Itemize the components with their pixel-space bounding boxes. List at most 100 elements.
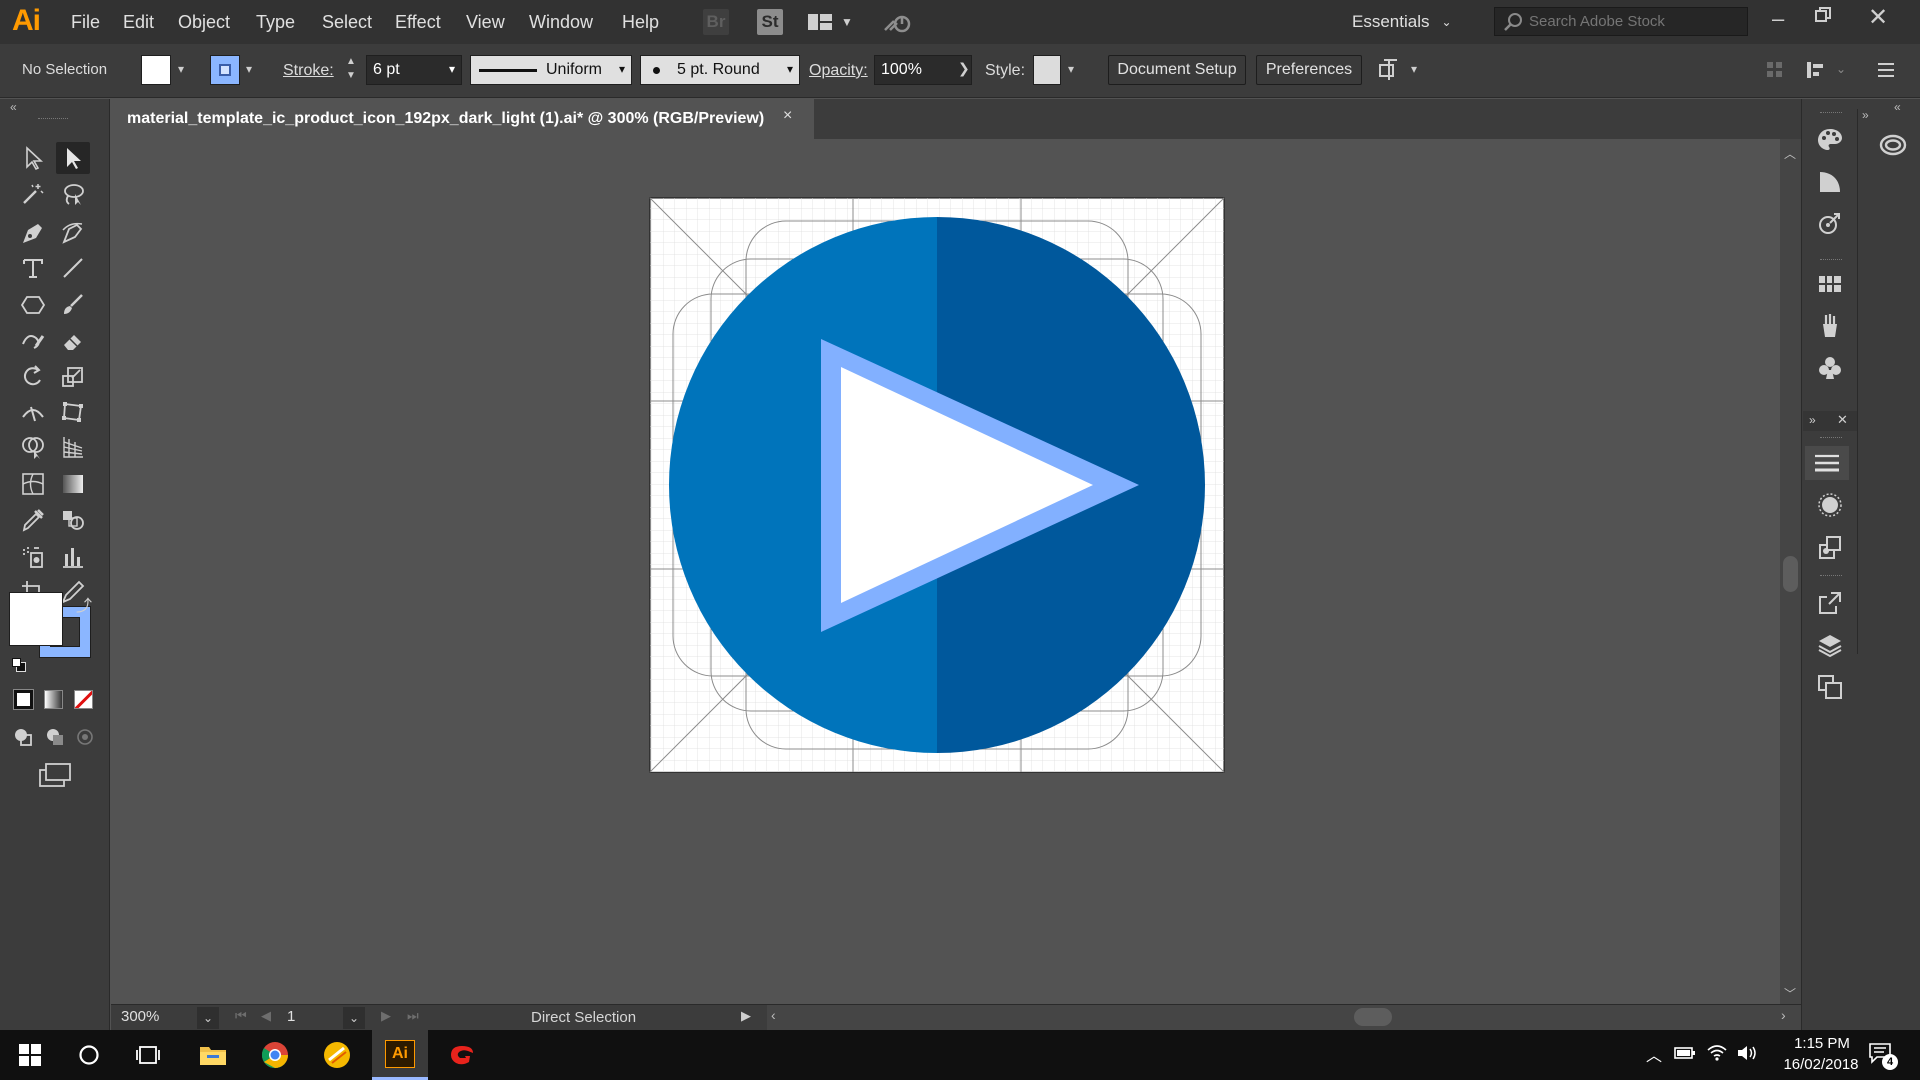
column-graph-tool[interactable]: [56, 541, 90, 573]
gradient-mode-button[interactable]: [44, 690, 63, 709]
scroll-right-icon[interactable]: ›: [1781, 1007, 1786, 1023]
document-tab[interactable]: material_template_ic_product_icon_192px_…: [111, 99, 814, 139]
volume-icon[interactable]: [1736, 1043, 1760, 1068]
graphic-style-swatch[interactable]: [1033, 55, 1061, 85]
chevron-right-icon[interactable]: ❯: [958, 60, 970, 77]
stock-button[interactable]: St: [757, 9, 783, 35]
last-artboard-icon[interactable]: ⏭: [407, 1008, 419, 1024]
artboard-dropdown-icon[interactable]: ⌄: [343, 1007, 365, 1029]
eyedropper-tool[interactable]: [16, 504, 50, 536]
align-options-button[interactable]: [1765, 60, 1785, 85]
previous-artboard-icon[interactable]: ◀: [261, 1008, 271, 1024]
expand-icon[interactable]: »: [1809, 413, 1816, 427]
select-similar-button[interactable]: [1375, 56, 1403, 89]
draw-normal-button[interactable]: [12, 726, 34, 753]
magic-wand-tool[interactable]: [16, 178, 50, 210]
stroke-label[interactable]: Stroke:: [283, 62, 334, 80]
symbols-panel-button[interactable]: [1813, 351, 1847, 385]
play-icon-artwork[interactable]: [669, 217, 1205, 753]
recolor-panel-button[interactable]: [1813, 207, 1847, 241]
brushes-panel-button[interactable]: [1813, 309, 1847, 343]
type-tool[interactable]: [16, 252, 50, 284]
document-setup-button[interactable]: Document Setup: [1108, 55, 1246, 85]
workspace-switcher[interactable]: Essentials ⌄: [1352, 9, 1462, 35]
swatches-panel-button[interactable]: [1813, 267, 1847, 301]
gradient-tool[interactable]: [56, 468, 90, 500]
expand-panels-icon[interactable]: «: [1894, 100, 1901, 114]
start-button[interactable]: [2, 1030, 58, 1080]
collapse-panel-icon[interactable]: «: [10, 100, 17, 114]
layers-panel-button[interactable]: [1813, 628, 1847, 662]
clock-date[interactable]: 16/02/2018: [1766, 1056, 1876, 1073]
panel-grip[interactable]: [38, 118, 68, 120]
horizontal-scrollbar[interactable]: ‹ ›: [767, 1005, 1801, 1031]
show-hidden-icons-button[interactable]: ︿: [1646, 1042, 1662, 1066]
variable-width-profile[interactable]: Uniform ▾: [470, 55, 632, 85]
properties-panel-button[interactable]: [1805, 446, 1849, 480]
lasso-tool[interactable]: [56, 178, 90, 210]
cortana-search-button[interactable]: [61, 1030, 117, 1080]
artboards-panel-button[interactable]: [1813, 670, 1847, 704]
blend-tool[interactable]: [56, 504, 90, 536]
artboard-number-field[interactable]: 1: [283, 1007, 329, 1029]
perspective-grid-tool[interactable]: [56, 431, 90, 463]
stroke-weight-field[interactable]: 6 pt ▾: [366, 55, 462, 85]
width-tool[interactable]: [16, 396, 50, 428]
direct-selection-tool[interactable]: [56, 142, 90, 174]
change-screen-mode-button[interactable]: [38, 762, 72, 793]
illustrator-taskbar-button[interactable]: Ai: [372, 1030, 428, 1080]
default-fill-stroke-icon[interactable]: [12, 658, 26, 672]
menu-window[interactable]: Window: [529, 12, 593, 33]
garena-button[interactable]: [434, 1030, 490, 1080]
menu-select[interactable]: Select: [322, 12, 372, 33]
draw-inside-button[interactable]: [76, 728, 94, 751]
transform-button[interactable]: [1805, 59, 1831, 86]
pen-tool[interactable]: [16, 217, 50, 249]
shape-builder-tool[interactable]: [16, 431, 50, 463]
vertical-scroll-thumb[interactable]: [1783, 556, 1798, 592]
polygon-tool[interactable]: [16, 289, 50, 321]
curvature-tool[interactable]: [56, 217, 90, 249]
transparency-panel-button[interactable]: [1813, 530, 1847, 564]
battery-icon[interactable]: [1674, 1045, 1696, 1066]
appearance-panel-button[interactable]: [1813, 488, 1847, 522]
chevron-down-icon[interactable]: ⌄: [1836, 62, 1846, 76]
stock-search-input[interactable]: [1529, 13, 1729, 30]
close-window-button[interactable]: ✕: [1868, 3, 1888, 32]
preferences-button[interactable]: Preferences: [1256, 55, 1362, 85]
collapse-icon[interactable]: »: [1862, 108, 1869, 122]
eraser-tool[interactable]: [56, 325, 90, 357]
rotate-tool[interactable]: [16, 361, 50, 393]
export-panel-button[interactable]: [1813, 586, 1847, 620]
fill-swatch[interactable]: [141, 55, 171, 85]
vertical-scrollbar[interactable]: ︿ ﹀: [1780, 139, 1801, 1004]
scroll-up-icon[interactable]: ︿: [1784, 145, 1796, 162]
panel-group-header[interactable]: » ✕: [1803, 411, 1857, 431]
bridge-button[interactable]: Br: [703, 9, 729, 35]
media-app-button[interactable]: [309, 1030, 365, 1080]
menu-edit[interactable]: Edit: [123, 12, 154, 33]
minimize-button[interactable]: –: [1772, 6, 1784, 32]
first-artboard-icon[interactable]: ⏮: [235, 1008, 247, 1024]
next-artboard-icon[interactable]: ▶: [381, 1008, 391, 1024]
zoom-dropdown-icon[interactable]: ⌄: [197, 1007, 219, 1029]
stroke-dropdown-icon[interactable]: ▾: [246, 62, 252, 76]
canvas-area[interactable]: [111, 139, 1780, 1004]
menu-help[interactable]: Help: [622, 12, 659, 33]
scroll-down-icon[interactable]: ﹀: [1784, 985, 1796, 1002]
color-guide-panel-button[interactable]: [1813, 165, 1847, 199]
menu-view[interactable]: View: [466, 12, 505, 33]
none-mode-button[interactable]: [74, 690, 93, 709]
chrome-button[interactable]: [247, 1030, 303, 1080]
symbol-sprayer-tool[interactable]: [16, 541, 50, 573]
free-transform-tool[interactable]: [56, 396, 90, 428]
line-segment-tool[interactable]: [56, 252, 90, 284]
chevron-down-icon[interactable]: ▾: [1411, 62, 1417, 76]
menu-file[interactable]: File: [71, 12, 100, 33]
color-panel-button[interactable]: [1813, 123, 1847, 157]
shaper-tool[interactable]: [16, 325, 50, 357]
stock-search-box[interactable]: [1494, 7, 1748, 36]
fill-color-box[interactable]: [9, 592, 63, 646]
horizontal-scroll-thumb[interactable]: [1354, 1008, 1392, 1026]
status-menu-icon[interactable]: ▶: [741, 1008, 751, 1024]
